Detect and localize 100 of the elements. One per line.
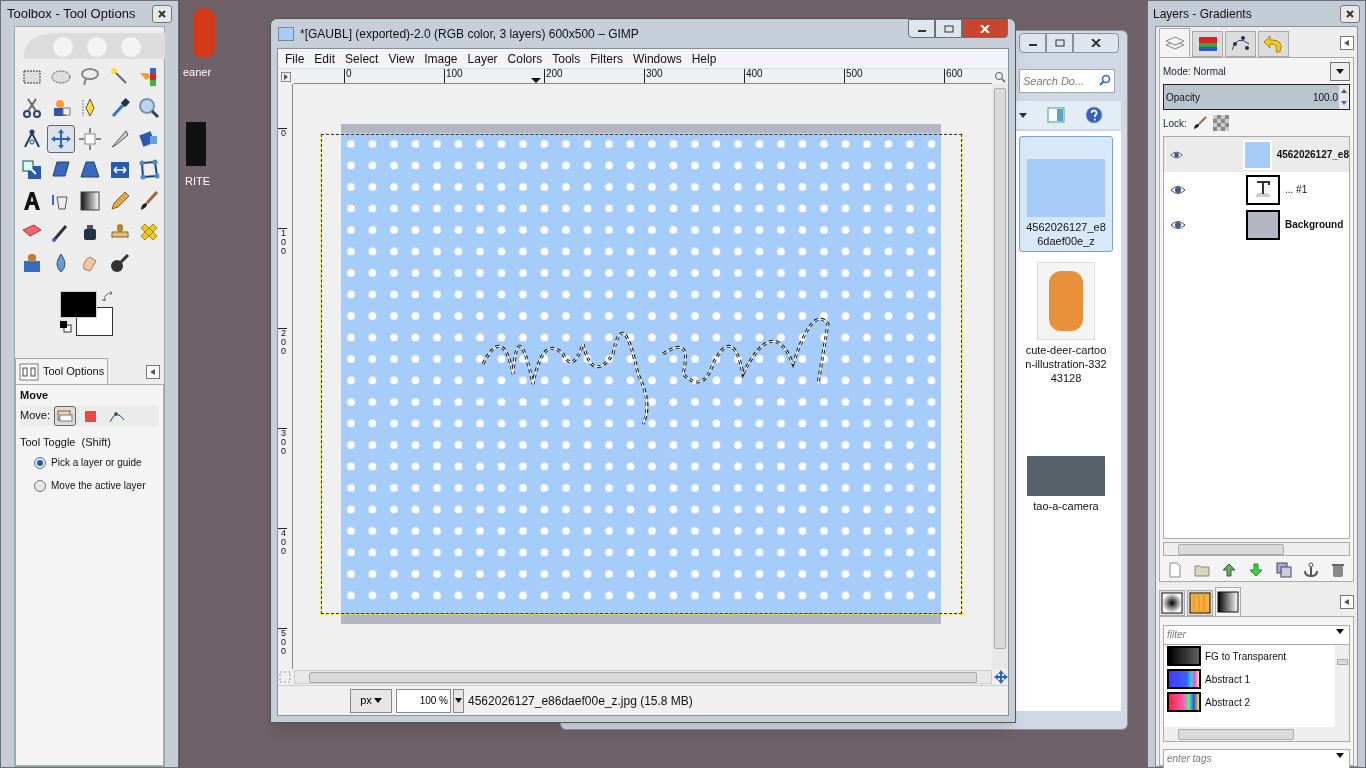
layer-action-button[interactable] [1221,562,1238,578]
radio-button[interactable] [34,479,46,492]
paintbrush-icon[interactable] [1192,116,1207,130]
gradient-name[interactable]: Abstract 1 [1205,671,1251,687]
layer-thumbnail [1243,139,1272,170]
menu-item[interactable]: Help [686,49,722,68]
scrollbar-thumb[interactable] [994,88,1006,649]
layer-mode-icon [55,407,74,424]
default-colors-icon[interactable] [59,321,72,333]
opacity-label: Opacity [1165,90,1200,105]
navigate-move-icon[interactable] [994,670,1008,684]
vertical-scrollbar[interactable] [992,84,1008,669]
tool-options-tab[interactable]: Tool Options [15,358,109,384]
checkerboard-icon[interactable] [1212,115,1229,131]
spin-buttons[interactable] [1339,85,1349,109]
menu-item[interactable]: Edit [309,49,341,68]
desktop-icon-label[interactable]: RITE [185,173,211,190]
horizontal-scrollbar[interactable] [1163,542,1350,556]
ruler-label: 100 [444,69,463,83]
mode-dropdown-button[interactable] [1330,62,1350,81]
layer-row[interactable]: 4562026127_e8 [1164,137,1349,172]
menu-item[interactable]: Colors [502,49,548,68]
up-arrow-icon [1221,562,1238,578]
layer-action-button[interactable] [1275,562,1292,578]
tags-field[interactable]: enter tags [1163,748,1350,768]
panel-menu-button[interactable] [1340,36,1354,50]
panel-menu-button[interactable] [1340,595,1354,609]
zoom-dropdown-button[interactable] [453,688,464,713]
tool-name: Move [20,388,50,403]
gradient-swatch[interactable] [1167,669,1201,689]
folder-icon [1194,562,1211,578]
close-icon [1346,9,1354,18]
menu-item[interactable]: Windows [627,49,687,68]
left-arrow-icon [1344,40,1350,46]
layer-name[interactable]: 4562026127_e8 [1276,147,1349,162]
horizontal-scrollbar[interactable] [294,670,992,684]
ruler-label: 200 [278,328,287,356]
desktop-icon-label[interactable]: eaner [183,64,212,81]
quick-mask-button[interactable] [278,69,294,84]
layer-action-button[interactable] [1248,562,1265,578]
maximize-button[interactable] [935,19,962,38]
eye-icon[interactable] [1170,149,1184,160]
caret-icon[interactable] [1019,112,1027,118]
ruler-label: 100 [278,228,287,256]
close-button[interactable] [1073,33,1119,53]
scrollbar-thumb[interactable] [1178,728,1294,740]
menu-item[interactable]: Filters [585,49,628,68]
gradient-swatch[interactable] [1167,646,1201,666]
minimize-button[interactable] [908,19,935,38]
dock-tab[interactable] [1159,590,1185,616]
dock-tab[interactable] [1215,587,1241,616]
scrollbar-thumb[interactable] [309,671,977,683]
panel-menu-button[interactable] [146,365,160,379]
gradient-name[interactable]: Abstract 2 [1205,694,1251,710]
layer-name[interactable]: Background [1285,217,1344,232]
menu-item[interactable]: File [280,49,310,68]
search-icon[interactable] [1099,74,1111,86]
vertical-scrollbar[interactable] [1335,645,1349,727]
scrollbar-thumb[interactable] [1178,543,1284,555]
horizontal-scrollbar[interactable] [1164,727,1349,741]
thumbnail-tile[interactable]: 4562026127_e86daef00e_z [1019,136,1113,252]
tool-toggle-label: Tool Toggle (Shift) [20,434,112,450]
zoom-field[interactable]: 100 % [396,688,451,713]
dock-tab[interactable] [1225,31,1256,57]
menu-item[interactable]: Layer [462,49,503,68]
caret-icon [1336,628,1344,634]
preview-pane-icon[interactable] [1047,107,1065,123]
close-button[interactable] [152,4,172,23]
caret-icon [455,698,462,703]
thumbnail-tile[interactable]: cute-deer-cartoon-illustration-33243128 [1019,258,1113,389]
thumbnail-tile[interactable]: tao-a-camera [1019,395,1113,517]
move-mode-button[interactable] [53,405,76,426]
close-button[interactable] [1340,4,1360,23]
scrollbar-thumb[interactable] [1336,659,1348,665]
gradient-swatch[interactable] [1167,692,1201,712]
menu-item[interactable]: View [383,49,420,68]
gradient-name[interactable]: FG to Transparent [1205,648,1287,664]
radio-option[interactable]: Move the active layer [20,475,159,496]
minimize-button[interactable] [1019,33,1046,53]
help-icon[interactable] [1085,106,1103,124]
down-arrow-icon [1248,562,1265,578]
radio-option[interactable]: Pick a layer or guide [20,452,159,473]
search-field[interactable]: Search Do... [1019,69,1115,93]
layer-name[interactable]: ... #1 [1285,182,1308,197]
filter-field[interactable]: filter [1163,624,1350,645]
move-label: Move: [20,408,50,424]
eye-icon[interactable] [1170,219,1186,230]
zoom-fit-button[interactable] [992,69,1008,84]
eye-icon[interactable] [1170,184,1186,195]
unit-dropdown[interactable]: px [350,688,392,713]
radio-button[interactable] [34,456,46,469]
color-swatches-drawing[interactable] [59,291,114,337]
menu-item[interactable]: Image [419,49,463,68]
layer-action-button[interactable] [1329,562,1346,578]
file-name: 4562026127_e86daef00e_z [1025,220,1107,248]
menu-item[interactable]: Select [340,49,384,68]
menu-item[interactable]: Tools [547,49,586,68]
ruler-label: 0 [344,69,352,83]
swap-arrow-icon[interactable] [101,291,114,303]
layer-action-button[interactable] [1302,562,1319,578]
